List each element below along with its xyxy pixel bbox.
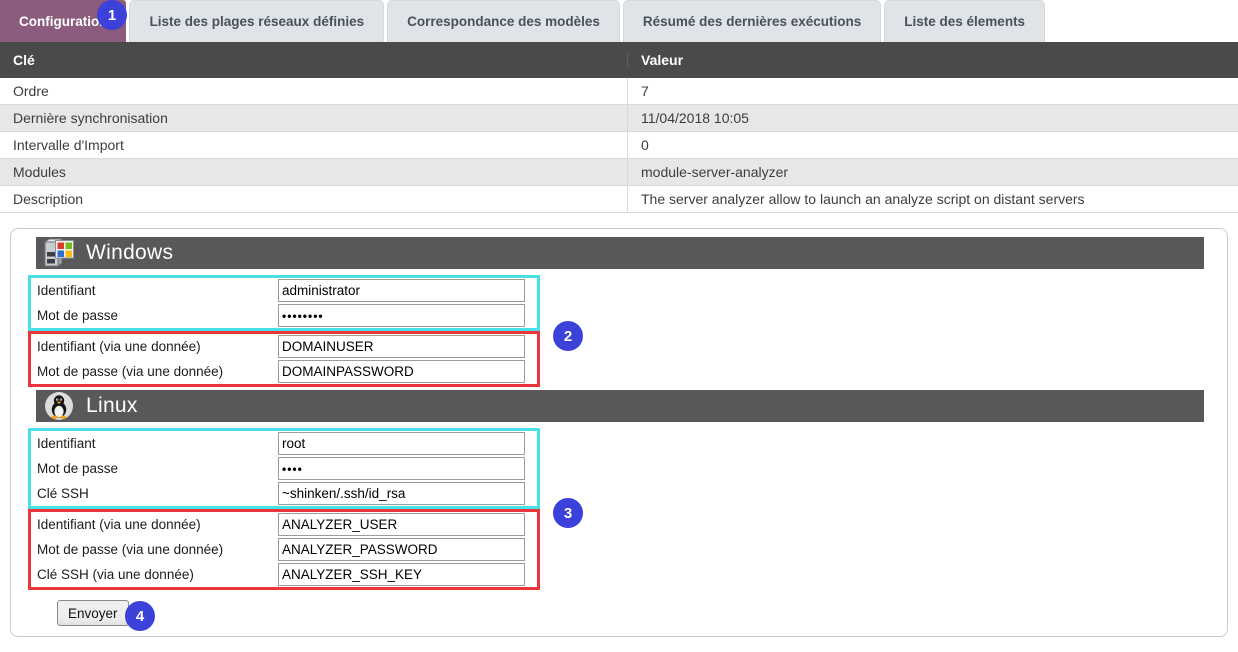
form-row: Identifiant — [31, 431, 537, 456]
column-header-cle: Clé — [0, 52, 628, 68]
submit-row: Envoyer — [57, 600, 1227, 626]
windows-server-icon — [43, 237, 75, 269]
windows-identifiant-donnee-label: Identifiant (via une donnée) — [31, 339, 278, 354]
tab-plages-reseaux[interactable]: Liste des plages réseaux définies — [129, 0, 384, 42]
windows-password-input[interactable] — [278, 304, 525, 327]
windows-section-header: Windows — [36, 237, 1204, 269]
linux-ssh-key-donnee-input[interactable] — [278, 563, 525, 586]
windows-identifiant-label: Identifiant — [31, 283, 278, 298]
row-key: Description — [0, 186, 628, 212]
credentials-panel: Windows Identifiant Mot de passe Identif… — [10, 228, 1228, 637]
linux-ssh-key-input[interactable] — [278, 482, 525, 505]
linux-identifiant-donnee-input[interactable] — [278, 513, 525, 536]
form-row: Identifiant (via une donnée) — [31, 512, 537, 537]
linux-password-label: Mot de passe — [31, 461, 278, 476]
form-row: Identifiant — [31, 278, 537, 303]
annotation-badge-2: 2 — [553, 321, 583, 351]
windows-identifiant-donnee-input[interactable] — [278, 335, 525, 358]
linux-section-title: Linux — [86, 394, 138, 418]
annotation-badge-4: 4 — [125, 601, 155, 631]
row-value: 0 — [628, 137, 1238, 153]
config-table: Clé Valeur Ordre 7 Dernière synchronisat… — [0, 42, 1238, 213]
row-value: The server analyzer allow to launch an a… — [628, 191, 1238, 207]
row-value: 11/04/2018 10:05 — [628, 110, 1238, 126]
row-value: module-server-analyzer — [628, 164, 1238, 180]
linux-password-donnee-input[interactable] — [278, 538, 525, 561]
tab-correspondance-modeles[interactable]: Correspondance des modèles — [387, 0, 620, 42]
linux-tux-icon — [43, 390, 75, 422]
table-row: Description The server analyzer allow to… — [0, 186, 1238, 213]
form-row: Clé SSH (via une donnée) — [31, 562, 537, 587]
row-value: 7 — [628, 83, 1238, 99]
linux-ssh-key-label: Clé SSH — [31, 486, 278, 501]
table-row: Ordre 7 — [0, 78, 1238, 105]
windows-identifiant-input[interactable] — [278, 279, 525, 302]
windows-direct-credentials-highlight: Identifiant Mot de passe — [28, 275, 540, 331]
linux-identifiant-label: Identifiant — [31, 436, 278, 451]
windows-password-label: Mot de passe — [31, 308, 278, 323]
form-row: Mot de passe (via une donnée) — [31, 537, 537, 562]
column-header-valeur: Valeur — [628, 52, 1238, 68]
form-row: Mot de passe — [31, 303, 537, 328]
annotation-badge-1: 1 — [97, 0, 127, 30]
windows-section-title: Windows — [86, 241, 173, 265]
table-row: Modules module-server-analyzer — [0, 159, 1238, 186]
form-row: Clé SSH — [31, 481, 537, 506]
tab-liste-elements[interactable]: Liste des élements — [884, 0, 1045, 42]
row-key: Ordre — [0, 78, 628, 104]
linux-ssh-key-donnee-label: Clé SSH (via une donnée) — [31, 567, 278, 582]
windows-password-donnee-label: Mot de passe (via une donnée) — [31, 364, 278, 379]
annotation-badge-3: 3 — [553, 498, 583, 528]
form-row: Mot de passe — [31, 456, 537, 481]
row-key: Dernière synchronisation — [0, 105, 628, 131]
linux-password-input[interactable] — [278, 457, 525, 480]
linux-identifiant-input[interactable] — [278, 432, 525, 455]
table-row: Dernière synchronisation 11/04/2018 10:0… — [0, 105, 1238, 132]
row-key: Intervalle d'Import — [0, 132, 628, 158]
tab-resume-executions[interactable]: Résumé des dernières exécutions — [623, 0, 881, 42]
row-key: Modules — [0, 159, 628, 185]
envoyer-button[interactable]: Envoyer — [57, 600, 129, 626]
form-row: Identifiant (via une donnée) — [31, 334, 537, 359]
form-row: Mot de passe (via une donnée) — [31, 359, 537, 384]
table-header-row: Clé Valeur — [0, 42, 1238, 78]
tab-bar: Configuration Liste des plages réseaux d… — [0, 0, 1238, 42]
linux-data-credentials-highlight: Identifiant (via une donnée) Mot de pass… — [28, 509, 540, 590]
linux-password-donnee-label: Mot de passe (via une donnée) — [31, 542, 278, 557]
linux-identifiant-donnee-label: Identifiant (via une donnée) — [31, 517, 278, 532]
windows-password-donnee-input[interactable] — [278, 360, 525, 383]
table-row: Intervalle d'Import 0 — [0, 132, 1238, 159]
linux-direct-credentials-highlight: Identifiant Mot de passe Clé SSH — [28, 428, 540, 509]
linux-section-header: Linux — [36, 390, 1204, 422]
windows-data-credentials-highlight: Identifiant (via une donnée) Mot de pass… — [28, 331, 540, 387]
